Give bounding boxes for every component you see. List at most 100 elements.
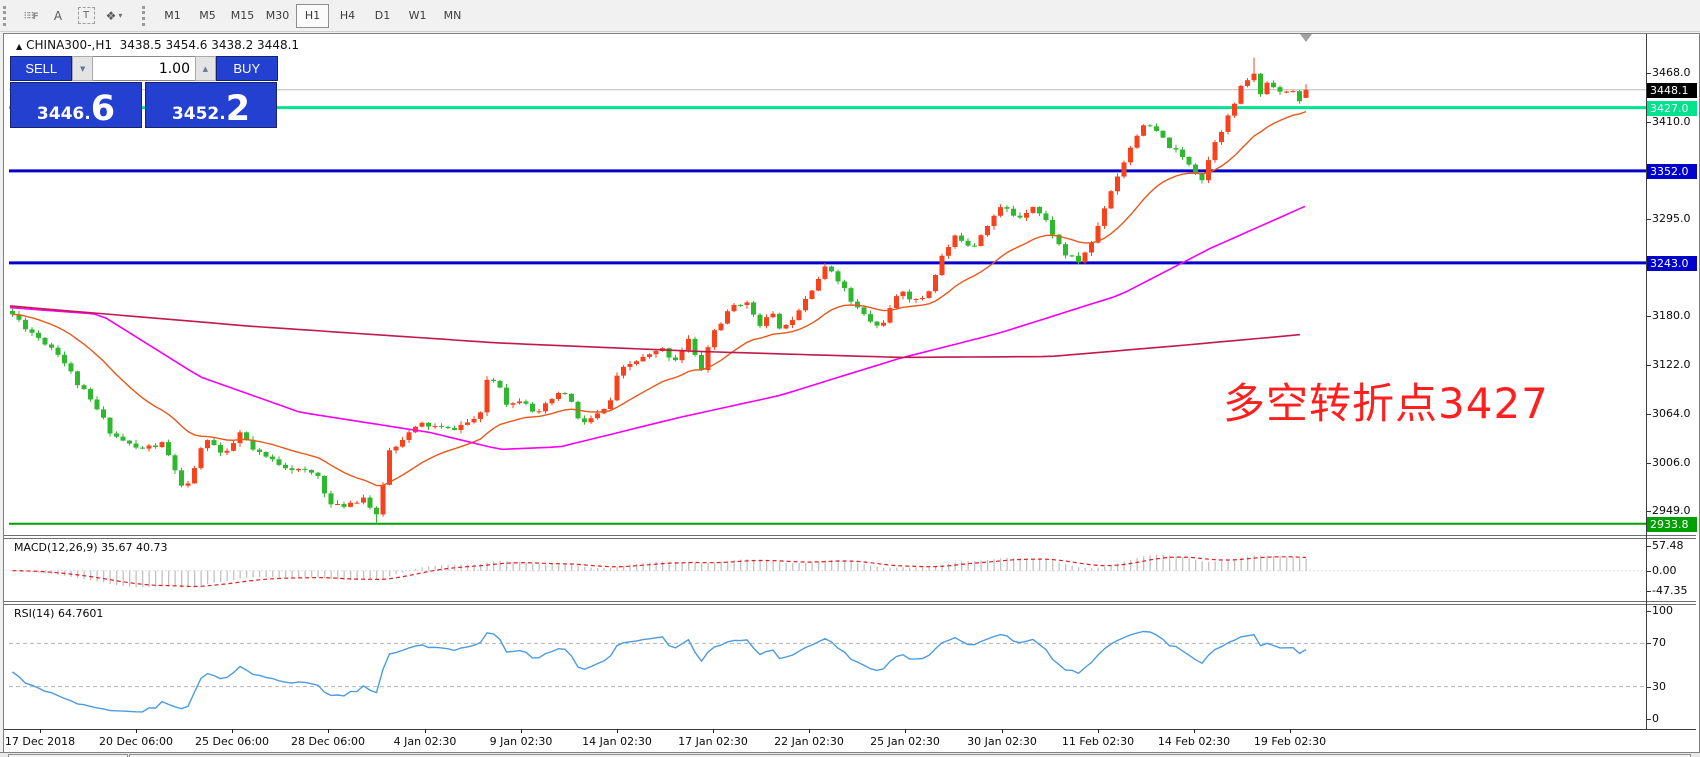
rsi-tick-label: 30 — [1652, 680, 1666, 693]
rsi-indicator-label: RSI(14) 64.7601 — [14, 607, 103, 620]
mt4-chart-screen: { "icons": { "dots_grid": "⠿⠿", "grid_f"… — [0, 0, 1700, 757]
price-tick-label: 3064.0 — [1652, 407, 1691, 420]
sell-button[interactable]: SELL — [10, 56, 72, 81]
time-tick — [136, 729, 137, 733]
text-annotation-tool-button[interactable]: A — [45, 3, 71, 29]
macd-indicator-label: MACD(12,26,9) 35.67 40.73 — [14, 541, 168, 554]
time-tick — [1194, 729, 1195, 733]
indicator-grid-tool-button[interactable]: ⠿⠿F — [17, 3, 43, 29]
dots-grid-icon: ⠿⠿ — [23, 12, 32, 22]
shapes-icon: ❖ — [106, 9, 117, 23]
time-axis-label: 19 Feb 02:30 — [1254, 735, 1326, 748]
buy-price-pips: 2 — [226, 94, 250, 124]
price-badge-3427.0: 3427.0 — [1647, 101, 1697, 116]
volume-input[interactable] — [93, 56, 195, 81]
time-axis-label: 9 Jan 02:30 — [490, 735, 553, 748]
tab-timeframe-W1[interactable]: W1 — [401, 4, 434, 28]
price-badge-3243.0: 3243.0 — [1647, 256, 1697, 271]
rsi-plot — [9, 605, 1646, 728]
tab-timeframe-D1[interactable]: D1 — [366, 4, 399, 28]
time-axis-label: 25 Dec 06:00 — [195, 735, 269, 748]
time-axis-label: 30 Jan 02:30 — [967, 735, 1037, 748]
price-tick-label: 3410.0 — [1652, 115, 1691, 128]
toolbar-drag-handle[interactable] — [3, 6, 12, 26]
buy-button[interactable]: BUY — [216, 56, 278, 81]
pivot-annotation-text: 多空转折点3427 — [1223, 370, 1549, 431]
chart-end-marker-icon — [1300, 34, 1312, 42]
price-tick-label: 3006.0 — [1652, 456, 1691, 469]
tab-timeframe-M30[interactable]: M30 — [261, 4, 294, 28]
tab-timeframe-H1[interactable]: H1 — [296, 4, 329, 28]
time-tick — [809, 729, 810, 733]
tab-timeframe-M15[interactable]: M15 — [226, 4, 259, 28]
trade-prices-row: 3446.6 3452.2 — [10, 82, 278, 128]
time-axis-label: 14 Feb 02:30 — [1158, 735, 1230, 748]
grid-f-icon: F — [33, 12, 37, 22]
symbol-period-label: CHINA300-,H1 — [26, 38, 112, 52]
time-tick — [1098, 729, 1099, 733]
text-label-tool-button[interactable]: T — [73, 3, 99, 29]
time-axis-label: 4 Jan 02:30 — [394, 735, 457, 748]
tab-timeframe-MN[interactable]: MN — [436, 4, 469, 28]
macd-tick-label: 57.48 — [1652, 539, 1684, 552]
ohlc-values: 3438.5 3454.6 3438.2 3448.1 — [120, 38, 299, 52]
buy-price-main: 3452 — [172, 104, 219, 124]
price-badge-3448.1: 3448.1 — [1647, 83, 1697, 98]
price-tick-label: 3468.0 — [1652, 66, 1691, 79]
main-toolbar: ⠿⠿F A T ❖ ▾ M1M5M15M30H1H4D1W1MN — [0, 0, 1700, 32]
time-tick — [232, 729, 233, 733]
volume-decrease-button[interactable]: ▼ — [72, 56, 93, 81]
time-tick — [328, 729, 329, 733]
time-tick — [1002, 729, 1003, 733]
shapes-tool-button[interactable]: ❖ ▾ — [101, 3, 127, 29]
tab-timeframe-H4[interactable]: H4 — [331, 4, 364, 28]
rsi-tick-label: 70 — [1652, 636, 1666, 649]
macd-tick-label: -47.35 — [1652, 584, 1687, 597]
buy-price-display[interactable]: 3452.2 — [145, 82, 277, 128]
price-tick-label: 3295.0 — [1652, 212, 1691, 225]
price-axis-border — [1646, 34, 1647, 729]
panel-splitter[interactable] — [4, 535, 1696, 536]
rsi-tick-label: 100 — [1652, 604, 1673, 617]
time-axis-label: 14 Jan 02:30 — [582, 735, 652, 748]
time-tick — [521, 729, 522, 733]
trade-controls-row: SELL ▼ ▲ BUY — [10, 56, 278, 81]
sell-price-pips: 6 — [91, 94, 115, 124]
time-axis-border — [4, 729, 1696, 730]
panel-splitter-2[interactable] — [4, 601, 1696, 602]
timeframe-button-group: M1M5M15M30H1H4D1W1MN — [155, 4, 470, 28]
collapse-triangle-icon[interactable]: ▲ — [16, 42, 22, 51]
timeframe-group-drag-handle[interactable] — [142, 6, 151, 26]
sell-price-main: 3446 — [37, 104, 84, 124]
letter-t-icon: T — [78, 7, 95, 24]
chart-title: ▲ CHINA300-,H1 3438.5 3454.6 3438.2 3448.… — [16, 38, 299, 52]
macd-plot — [9, 539, 1646, 600]
bottom-strip — [0, 752, 1700, 757]
time-axis-label: 11 Feb 02:30 — [1062, 735, 1134, 748]
one-click-trade-panel: SELL ▼ ▲ BUY 3446.6 3452.2 — [10, 56, 278, 128]
volume-increase-button[interactable]: ▲ — [195, 56, 216, 81]
letter-a-icon: A — [54, 9, 62, 23]
price-tick-label: 2949.0 — [1652, 504, 1691, 517]
time-tick — [425, 729, 426, 733]
time-tick — [905, 729, 906, 733]
time-tick — [617, 729, 618, 733]
price-badge-2933.8: 2933.8 — [1647, 517, 1697, 532]
time-axis-label: 20 Dec 06:00 — [99, 735, 173, 748]
time-tick — [1290, 729, 1291, 733]
tab-timeframe-M5[interactable]: M5 — [191, 4, 224, 28]
chevron-down-icon: ▾ — [118, 11, 122, 20]
time-tick — [713, 729, 714, 733]
time-axis-label: 22 Jan 02:30 — [774, 735, 844, 748]
time-axis-label: 17 Jan 02:30 — [678, 735, 748, 748]
time-axis-label: 25 Jan 02:30 — [870, 735, 940, 748]
price-tick-label: 3180.0 — [1652, 309, 1691, 322]
time-tick — [40, 729, 41, 733]
price-badge-3352.0: 3352.0 — [1647, 164, 1697, 179]
sell-price-display[interactable]: 3446.6 — [10, 82, 142, 128]
rsi-tick-label: 0 — [1652, 712, 1659, 725]
tab-timeframe-M1[interactable]: M1 — [156, 4, 189, 28]
price-tick-label: 3122.0 — [1652, 358, 1691, 371]
time-axis-label: 17 Dec 2018 — [5, 735, 75, 748]
macd-tick-label: 0.00 — [1652, 564, 1677, 577]
